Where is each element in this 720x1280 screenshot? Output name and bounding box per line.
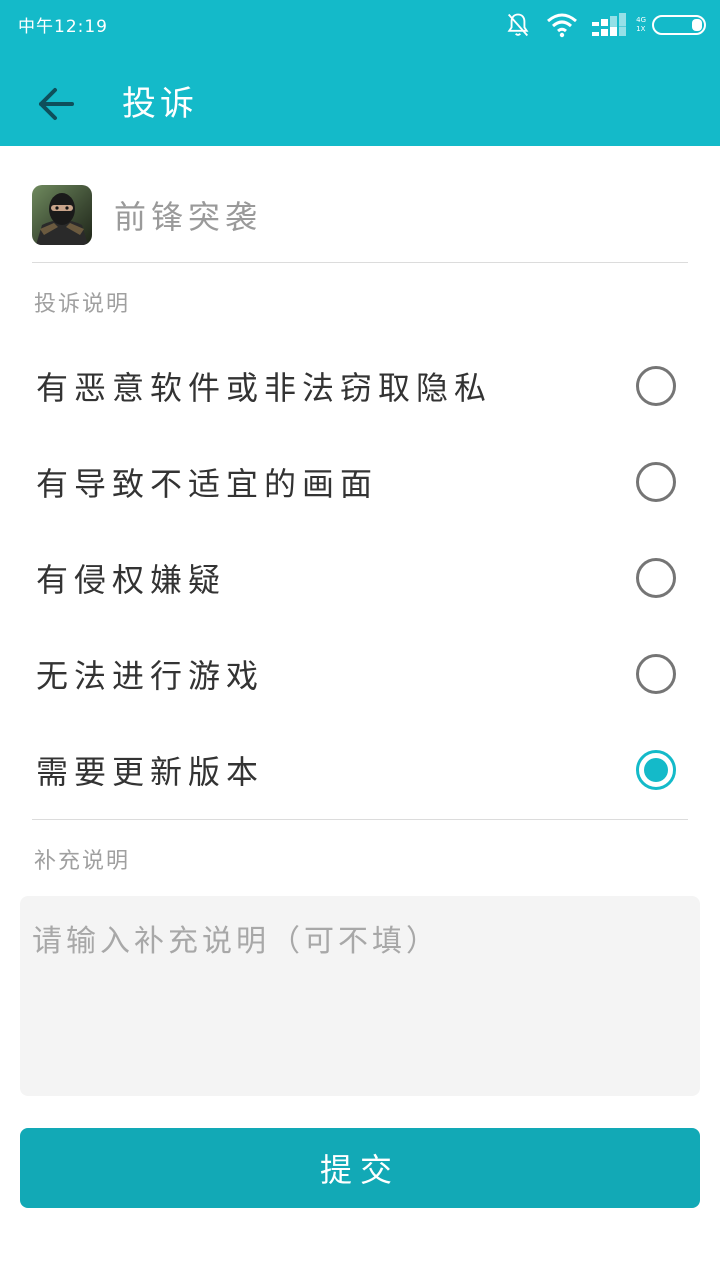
divider <box>32 819 688 820</box>
page-title: 投诉 <box>122 84 198 124</box>
radio-button[interactable] <box>636 366 676 406</box>
game-name: 前锋突袭 <box>114 198 263 236</box>
option-needs-update[interactable]: 需要更新版本 <box>0 722 720 818</box>
radio-button[interactable] <box>636 654 676 694</box>
option-label: 需要更新版本 <box>36 753 265 791</box>
status-icons: 4G 1X <box>490 8 708 42</box>
radio-button[interactable] <box>636 462 676 502</box>
extra-notes-input[interactable]: 请输入补充说明（可不填） <box>20 896 700 1096</box>
game-icon <box>32 185 92 245</box>
option-label: 无法进行游戏 <box>36 657 265 695</box>
network-type: 4G 1X <box>636 16 646 34</box>
extra-section-label: 补充说明 <box>34 849 131 874</box>
divider <box>32 262 688 263</box>
option-inappropriate[interactable]: 有导致不适宜的画面 <box>0 434 720 530</box>
game-row: 前锋突袭 <box>32 184 262 246</box>
option-label: 有侵权嫌疑 <box>36 561 227 599</box>
option-label: 有恶意软件或非法窃取隐私 <box>36 369 493 407</box>
signal-icon <box>592 13 627 36</box>
status-bar: 中午12:19 4G 1X <box>0 0 720 48</box>
extra-notes-placeholder: 请输入补充说明（可不填） <box>32 924 440 959</box>
app-bar: 投诉 <box>0 48 720 146</box>
network-type-top: 4G <box>636 16 646 24</box>
reason-section-label: 投诉说明 <box>34 292 131 317</box>
bell-off-icon <box>507 13 529 37</box>
option-malware[interactable]: 有恶意软件或非法窃取隐私 <box>0 338 720 434</box>
network-type-bottom: 1X <box>636 25 646 33</box>
option-infringement[interactable]: 有侵权嫌疑 <box>0 530 720 626</box>
radio-button[interactable] <box>636 558 676 598</box>
status-time: 中午12:19 <box>18 17 108 37</box>
option-cannot-play[interactable]: 无法进行游戏 <box>0 626 720 722</box>
wifi-icon <box>547 13 578 38</box>
option-label: 有导致不适宜的画面 <box>36 465 379 503</box>
back-button[interactable] <box>30 78 82 130</box>
submit-button[interactable]: 提交 <box>20 1128 700 1208</box>
arrow-left-icon <box>39 88 74 120</box>
submit-label: 提交 <box>319 1151 400 1189</box>
battery-icon <box>652 15 706 35</box>
radio-button-selected[interactable] <box>636 750 676 790</box>
